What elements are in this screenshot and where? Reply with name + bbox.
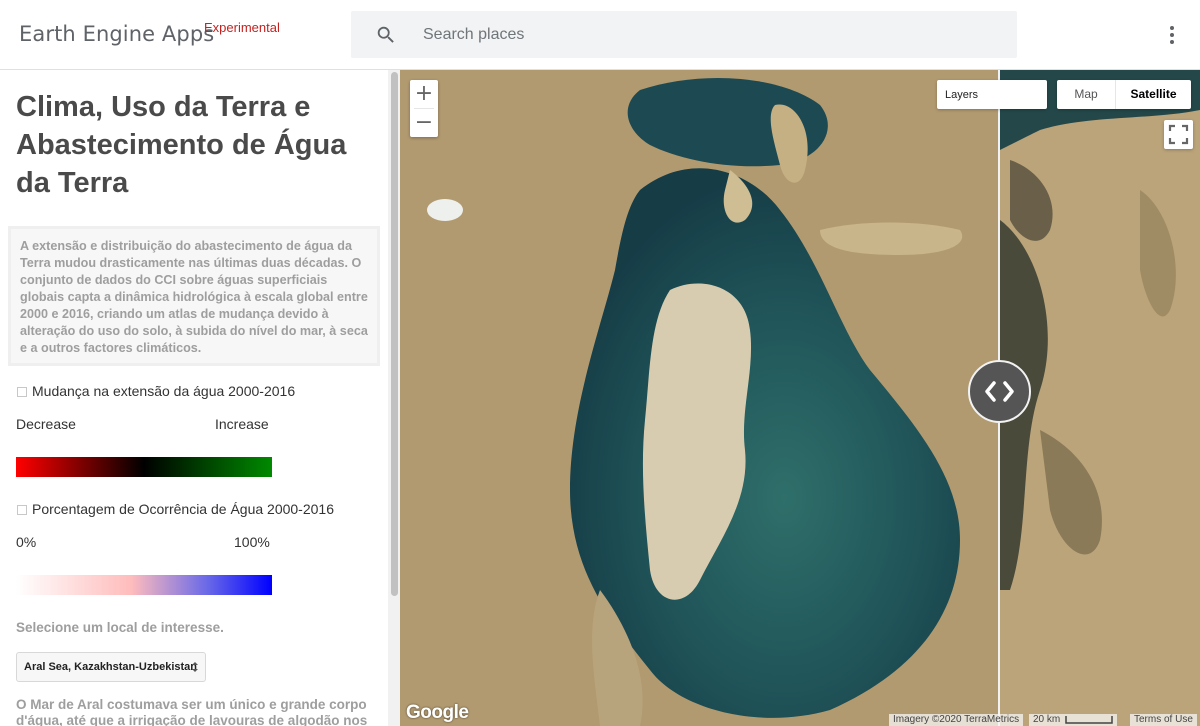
scale-label: 20 km [1033,714,1061,725]
water-occurrence-colorbar [16,575,272,595]
search-icon[interactable] [375,24,397,46]
location-prompt: Selecione um local de interesse. [16,620,224,635]
map-type-control: Map Satellite [1057,80,1191,109]
map-type-satellite-button[interactable]: Satellite [1115,80,1191,109]
scale-ruler-icon [1065,716,1113,724]
split-arrows-icon [985,381,1014,402]
zoom-in-button[interactable]: + [410,80,438,108]
description-box: A extensão e distribuição do abastecimen… [8,226,380,366]
legend-min-label: 0% [16,534,37,550]
side-panel: Clima, Uso da Terra e Abastecimento de Á… [0,70,400,726]
select-arrows-icon [192,662,198,672]
app-header: Earth Engine Apps Experimental [0,0,1200,70]
location-select[interactable]: Aral Sea, Kazakhstan-Uzbekistan [16,652,206,682]
scale-bar[interactable]: 20 km [1029,714,1117,726]
zoom-out-button[interactable]: − [410,109,438,137]
app-brand[interactable]: Earth Engine Apps [19,22,214,46]
search-box[interactable] [351,11,1017,58]
water-change-colorbar [16,457,272,477]
search-input[interactable] [423,11,983,58]
layers-control[interactable]: Layers [937,80,1047,109]
zoom-control: + − [410,80,438,137]
terms-link[interactable]: Terms of Use [1130,714,1197,726]
location-select-value: Aral Sea, Kazakhstan-Uzbekistan [24,661,198,673]
imagery-attribution: Imagery ©2020 TerraMetrics [889,714,1024,726]
fullscreen-button[interactable] [1164,120,1193,149]
more-vert-icon[interactable] [1160,23,1184,47]
location-description: O Mar de Aral costumava ser um único e g… [16,697,368,726]
water-occurrence-checkbox[interactable] [17,505,27,515]
description-text: A extensão e distribuição do abastecimen… [20,239,368,355]
water-change-label[interactable]: Mudança na extensão da água 2000-2016 [32,383,295,399]
legend-decrease-label: Decrease [16,416,76,432]
google-logo: Google [406,702,469,723]
water-change-checkbox[interactable] [17,387,27,397]
panel-scrollbar-thumb[interactable] [391,72,398,596]
split-handle[interactable] [968,360,1031,423]
water-occurrence-label[interactable]: Porcentagem de Ocorrência de Água 2000-2… [32,501,334,517]
map-view[interactable]: + − Layers Map Satellite Google Imagery … [400,70,1200,726]
page-title: Clima, Uso da Terra e Abastecimento de Á… [16,91,347,199]
fullscreen-icon [1168,124,1189,145]
map-type-map-button[interactable]: Map [1057,80,1115,109]
layers-label: Layers [945,89,979,101]
panel-content: Clima, Uso da Terra e Abastecimento de Á… [0,70,388,726]
legend-max-label: 100% [234,534,270,550]
experimental-tag: Experimental [204,20,280,35]
legend-increase-label: Increase [215,416,269,432]
